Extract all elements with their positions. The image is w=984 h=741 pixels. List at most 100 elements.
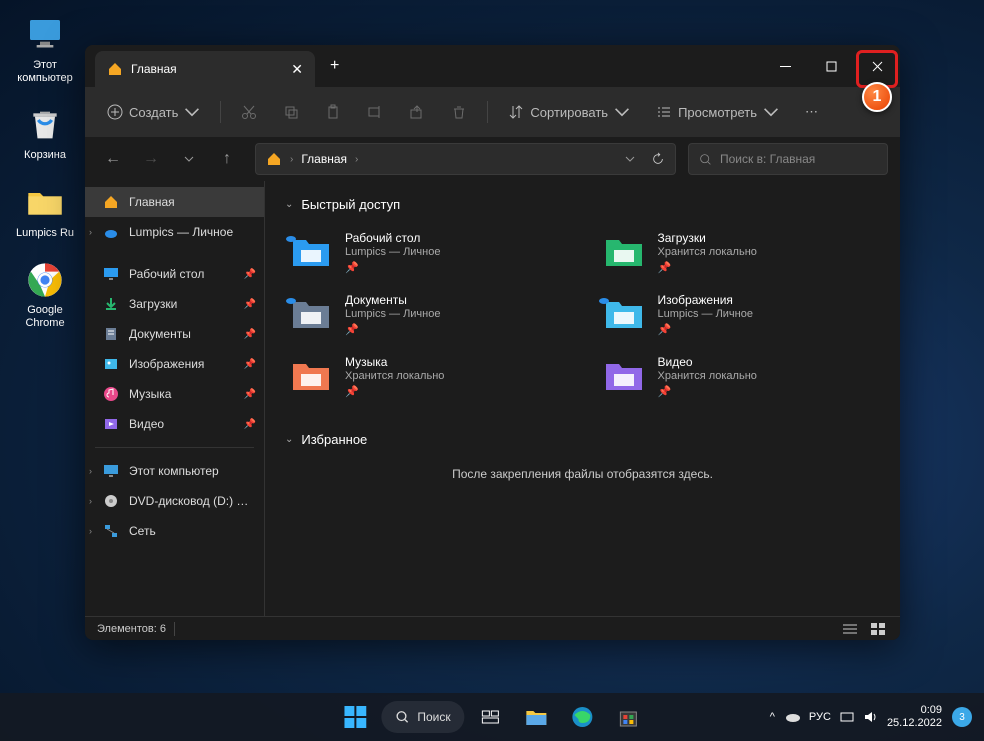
recent-button[interactable]: [173, 143, 205, 175]
folder-icon: [289, 292, 333, 336]
tab-title: Главная: [131, 62, 283, 76]
onedrive-tray-icon[interactable]: [785, 711, 801, 723]
trash-icon: [451, 104, 467, 120]
search-input[interactable]: Поиск в: Главная: [688, 143, 888, 175]
sidebar: Главная › Lumpics — Личное Рабочий стол …: [85, 181, 265, 616]
copy-button[interactable]: [273, 95, 309, 129]
sidebar-item-documents[interactable]: Документы 📌: [85, 319, 264, 349]
network-tray-icon[interactable]: [839, 710, 855, 724]
create-button[interactable]: Создать: [97, 95, 210, 129]
desktop-icon-this-pc[interactable]: Этоткомпьютер: [15, 15, 75, 85]
pin-icon: 📌: [345, 323, 440, 336]
taskbar-store[interactable]: [609, 697, 649, 737]
delete-button[interactable]: [441, 95, 477, 129]
video-icon: [103, 416, 119, 432]
sidebar-item-this-pc[interactable]: › Этот компьютер: [85, 456, 264, 486]
cut-button[interactable]: [231, 95, 267, 129]
folder-icon: [289, 354, 333, 398]
music-icon: [103, 386, 119, 402]
chevron-right-icon[interactable]: ›: [89, 227, 92, 237]
taskbar-explorer[interactable]: [517, 697, 557, 737]
volume-tray-icon[interactable]: [863, 710, 877, 724]
chevron-down-icon[interactable]: [625, 156, 635, 162]
item-subtitle: Хранится локально: [658, 370, 757, 382]
more-button[interactable]: ⋯: [795, 95, 828, 129]
close-button[interactable]: [854, 45, 900, 87]
share-button[interactable]: [399, 95, 435, 129]
taskbar-search[interactable]: Поиск: [381, 701, 464, 733]
sidebar-item-network[interactable]: › Сеть: [85, 516, 264, 546]
details-view-button[interactable]: [840, 621, 860, 637]
quick-access-item[interactable]: Документы Lumpics — Личное 📌: [285, 288, 568, 340]
sort-icon: [508, 104, 524, 120]
quick-access-item[interactable]: Изображения Lumpics — Личное 📌: [598, 288, 881, 340]
window-tab[interactable]: Главная ✕: [95, 51, 315, 87]
quick-access-item[interactable]: Музыка Хранится локально 📌: [285, 350, 568, 402]
folder-icon: [602, 230, 646, 274]
chevron-right-icon[interactable]: ›: [89, 526, 92, 536]
quick-access-item[interactable]: Видео Хранится локально 📌: [598, 350, 881, 402]
status-bar: Элементов: 6: [85, 616, 900, 640]
section-header-quick-access[interactable]: ⌄ Быстрый доступ: [285, 197, 880, 212]
minimize-button[interactable]: [762, 45, 808, 87]
sidebar-item-desktop[interactable]: Рабочий стол 📌: [85, 259, 264, 289]
back-button[interactable]: ←: [97, 143, 129, 175]
quick-access-grid: Рабочий стол Lumpics — Личное 📌 Загрузки…: [285, 226, 880, 402]
home-icon: [103, 194, 119, 210]
tab-close-icon[interactable]: ✕: [291, 61, 303, 78]
language-indicator[interactable]: РУС: [809, 711, 831, 723]
chevron-right-icon[interactable]: ›: [89, 466, 92, 476]
desktop-icon-folder[interactable]: Lumpics Ru: [15, 183, 75, 240]
window-controls: [762, 45, 900, 87]
share-icon: [409, 104, 425, 120]
chevron-right-icon: ›: [355, 154, 358, 165]
view-button[interactable]: Просмотреть: [646, 95, 789, 129]
taskbar-clock[interactable]: 0:09 25.12.2022: [887, 704, 942, 730]
new-tab-button[interactable]: +: [330, 57, 339, 75]
home-icon: [266, 151, 282, 167]
paste-button[interactable]: [315, 95, 351, 129]
item-subtitle: Хранится локально: [345, 370, 444, 382]
item-subtitle: Lumpics — Личное: [658, 308, 753, 320]
task-view-button[interactable]: [471, 697, 511, 737]
sidebar-item-videos[interactable]: Видео 📌: [85, 409, 264, 439]
sidebar-item-onedrive[interactable]: › Lumpics — Личное: [85, 217, 264, 247]
pin-icon: 📌: [244, 419, 256, 430]
sidebar-item-dvd[interactable]: › DVD-дисковод (D:) ESD-IS: [85, 486, 264, 516]
cloud-icon: [103, 224, 119, 240]
document-icon: [103, 326, 119, 342]
sort-button[interactable]: Сортировать: [498, 95, 640, 129]
forward-button[interactable]: →: [135, 143, 167, 175]
quick-access-item[interactable]: Загрузки Хранится локально 📌: [598, 226, 881, 278]
quick-access-item[interactable]: Рабочий стол Lumpics — Личное 📌: [285, 226, 568, 278]
sidebar-item-music[interactable]: Музыка 📌: [85, 379, 264, 409]
item-name: Изображения: [658, 293, 753, 307]
rename-button[interactable]: [357, 95, 393, 129]
up-button[interactable]: ↑: [211, 143, 243, 175]
breadcrumb-item[interactable]: Главная: [301, 152, 347, 166]
titlebar[interactable]: Главная ✕ +: [85, 45, 900, 87]
taskbar-center: Поиск: [335, 697, 648, 737]
windows-icon: [344, 706, 366, 728]
address-bar[interactable]: › Главная ›: [255, 143, 676, 175]
search-icon: [699, 153, 712, 166]
item-name: Видео: [658, 355, 757, 369]
notification-badge[interactable]: 3: [952, 707, 972, 727]
tray-chevron[interactable]: ^: [770, 711, 775, 723]
refresh-icon[interactable]: [651, 152, 665, 166]
sidebar-item-home[interactable]: Главная: [85, 187, 264, 217]
sidebar-item-pictures[interactable]: Изображения 📌: [85, 349, 264, 379]
search-icon: [395, 710, 409, 724]
chevron-right-icon[interactable]: ›: [89, 496, 92, 506]
folder-icon: [525, 705, 549, 729]
start-button[interactable]: [335, 697, 375, 737]
pin-icon: 📌: [244, 269, 256, 280]
sidebar-item-downloads[interactable]: Загрузки 📌: [85, 289, 264, 319]
desktop-icon-chrome[interactable]: GoogleChrome: [15, 260, 75, 330]
desktop-icon-recycle-bin[interactable]: Корзина: [15, 105, 75, 162]
pin-icon: 📌: [244, 389, 256, 400]
section-header-favorites[interactable]: ⌄ Избранное: [285, 432, 880, 447]
maximize-button[interactable]: [808, 45, 854, 87]
icons-view-button[interactable]: [868, 621, 888, 637]
taskbar-edge[interactable]: [563, 697, 603, 737]
